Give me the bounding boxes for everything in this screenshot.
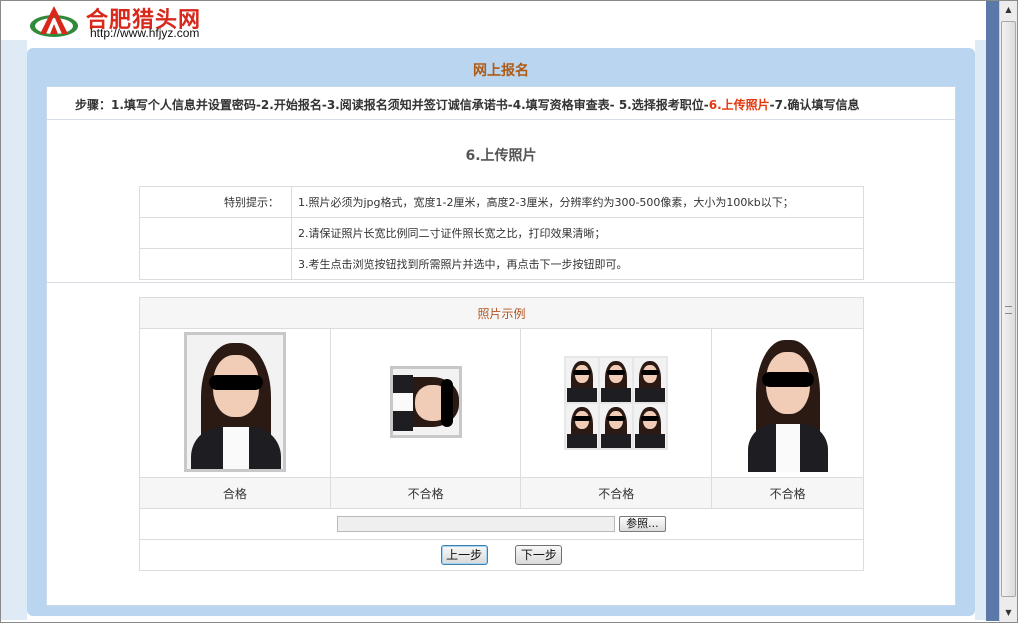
vertical-scrollbar[interactable]: ▲ ▼: [999, 1, 1017, 622]
photo-thumb: [634, 358, 667, 402]
step-breadcrumb: 步骤：1.填写个人信息并设置密码-2.开始报名-3.阅读报名须知并签订诚信承诺书…: [47, 87, 955, 120]
step-1: 1.填写个人信息并设置密码: [111, 98, 256, 112]
registration-panel: 网上报名 步骤：1.填写个人信息并设置密码-2.开始报名-3.阅读报名须知并签订…: [27, 48, 975, 616]
site-header[interactable]: 合肥猎头网 http://www.hfjyz.com: [24, 2, 224, 40]
photo-thumb: [634, 404, 667, 448]
photo-examples-header: 照片示例: [139, 297, 864, 329]
photo-example-no-border: [747, 331, 828, 472]
panel-title: 网上报名: [473, 63, 529, 79]
step-3: 3.阅读报名须知并签订诚信承诺书: [326, 98, 508, 112]
photo-thumb: [566, 404, 599, 448]
photo-thumb: [600, 358, 633, 402]
tips-label-empty: [139, 217, 292, 249]
photo-example-qualified: [183, 331, 286, 472]
photo-cell: [329, 328, 522, 478]
page-background-left: [1, 40, 27, 620]
photo-cell: [520, 328, 713, 478]
step-2: 2.开始报名: [260, 98, 322, 112]
photo-thumb: [566, 358, 599, 402]
photo-example-grid: [564, 356, 669, 450]
steps-prefix: 步骤：: [75, 98, 112, 112]
photo-example-rotated: [389, 365, 462, 438]
window-edge-strip: [986, 1, 999, 621]
tip-item: 3.考生点击浏览按钮找到所需照片并选中，再点击下一步按钮即可。: [291, 248, 864, 280]
photo-caption: 合格: [139, 477, 331, 509]
step-6-current: 6.上传照片: [708, 98, 770, 112]
photo-cell: [139, 328, 331, 478]
scroll-down-icon[interactable]: ▼: [1000, 604, 1017, 621]
photo-thumb: [600, 404, 633, 448]
photo-examples-table: 照片示例 合格 不合格 不合格 不合格 参照... 上一步 下一步: [139, 297, 864, 571]
step-5: 5.选择报考职位: [614, 98, 704, 112]
browse-button[interactable]: 参照...: [619, 516, 666, 532]
section-title: 6.上传照片: [465, 148, 537, 164]
tip-item: 2.请保证照片长宽比例同二寸证件照长宽之比，打印效果清晰；: [291, 217, 864, 249]
photo-caption: 不合格: [711, 477, 864, 509]
step-7: 7.确认填写信息: [774, 98, 860, 112]
tips-table: 特别提示： 1.照片必须为jpg格式，宽度1-2厘米，高度2-3厘米，分辨率约为…: [139, 186, 864, 280]
scrollbar-thumb[interactable]: [1001, 21, 1016, 597]
prev-step-button[interactable]: 上一步: [440, 545, 488, 565]
section-divider: [47, 282, 955, 283]
site-logo-icon: [30, 6, 78, 37]
photo-caption: 不合格: [329, 477, 522, 509]
navigation-row: 上一步 下一步: [139, 539, 864, 571]
panel-content: 步骤：1.填写个人信息并设置密码-2.开始报名-3.阅读报名须知并签订诚信承诺书…: [46, 86, 956, 606]
scrollbar-grip: [1005, 306, 1012, 314]
tips-row: 2.请保证照片长宽比例同二寸证件照长宽之比，打印效果清晰；: [139, 217, 864, 249]
tip-item: 1.照片必须为jpg格式，宽度1-2厘米，高度2-3厘米，分辨率约为300-50…: [291, 186, 864, 218]
photo-caption: 不合格: [520, 477, 713, 509]
next-step-button[interactable]: 下一步: [515, 545, 563, 565]
page-background-right: [975, 40, 986, 620]
scroll-up-icon[interactable]: ▲: [1000, 1, 1017, 18]
site-url: http://www.hfjyz.com: [90, 26, 200, 40]
step-4: 4.填写资格审查表: [512, 98, 610, 112]
photo-cell: [711, 328, 864, 478]
file-upload-row: 参照...: [139, 508, 864, 540]
file-path-input[interactable]: [337, 516, 616, 532]
tips-label-empty: [139, 248, 292, 280]
tips-row: 特别提示： 1.照片必须为jpg格式，宽度1-2厘米，高度2-3厘米，分辨率约为…: [139, 186, 864, 218]
tips-row: 3.考生点击浏览按钮找到所需照片并选中，再点击下一步按钮即可。: [139, 248, 864, 280]
tips-label: 特别提示：: [139, 186, 292, 218]
